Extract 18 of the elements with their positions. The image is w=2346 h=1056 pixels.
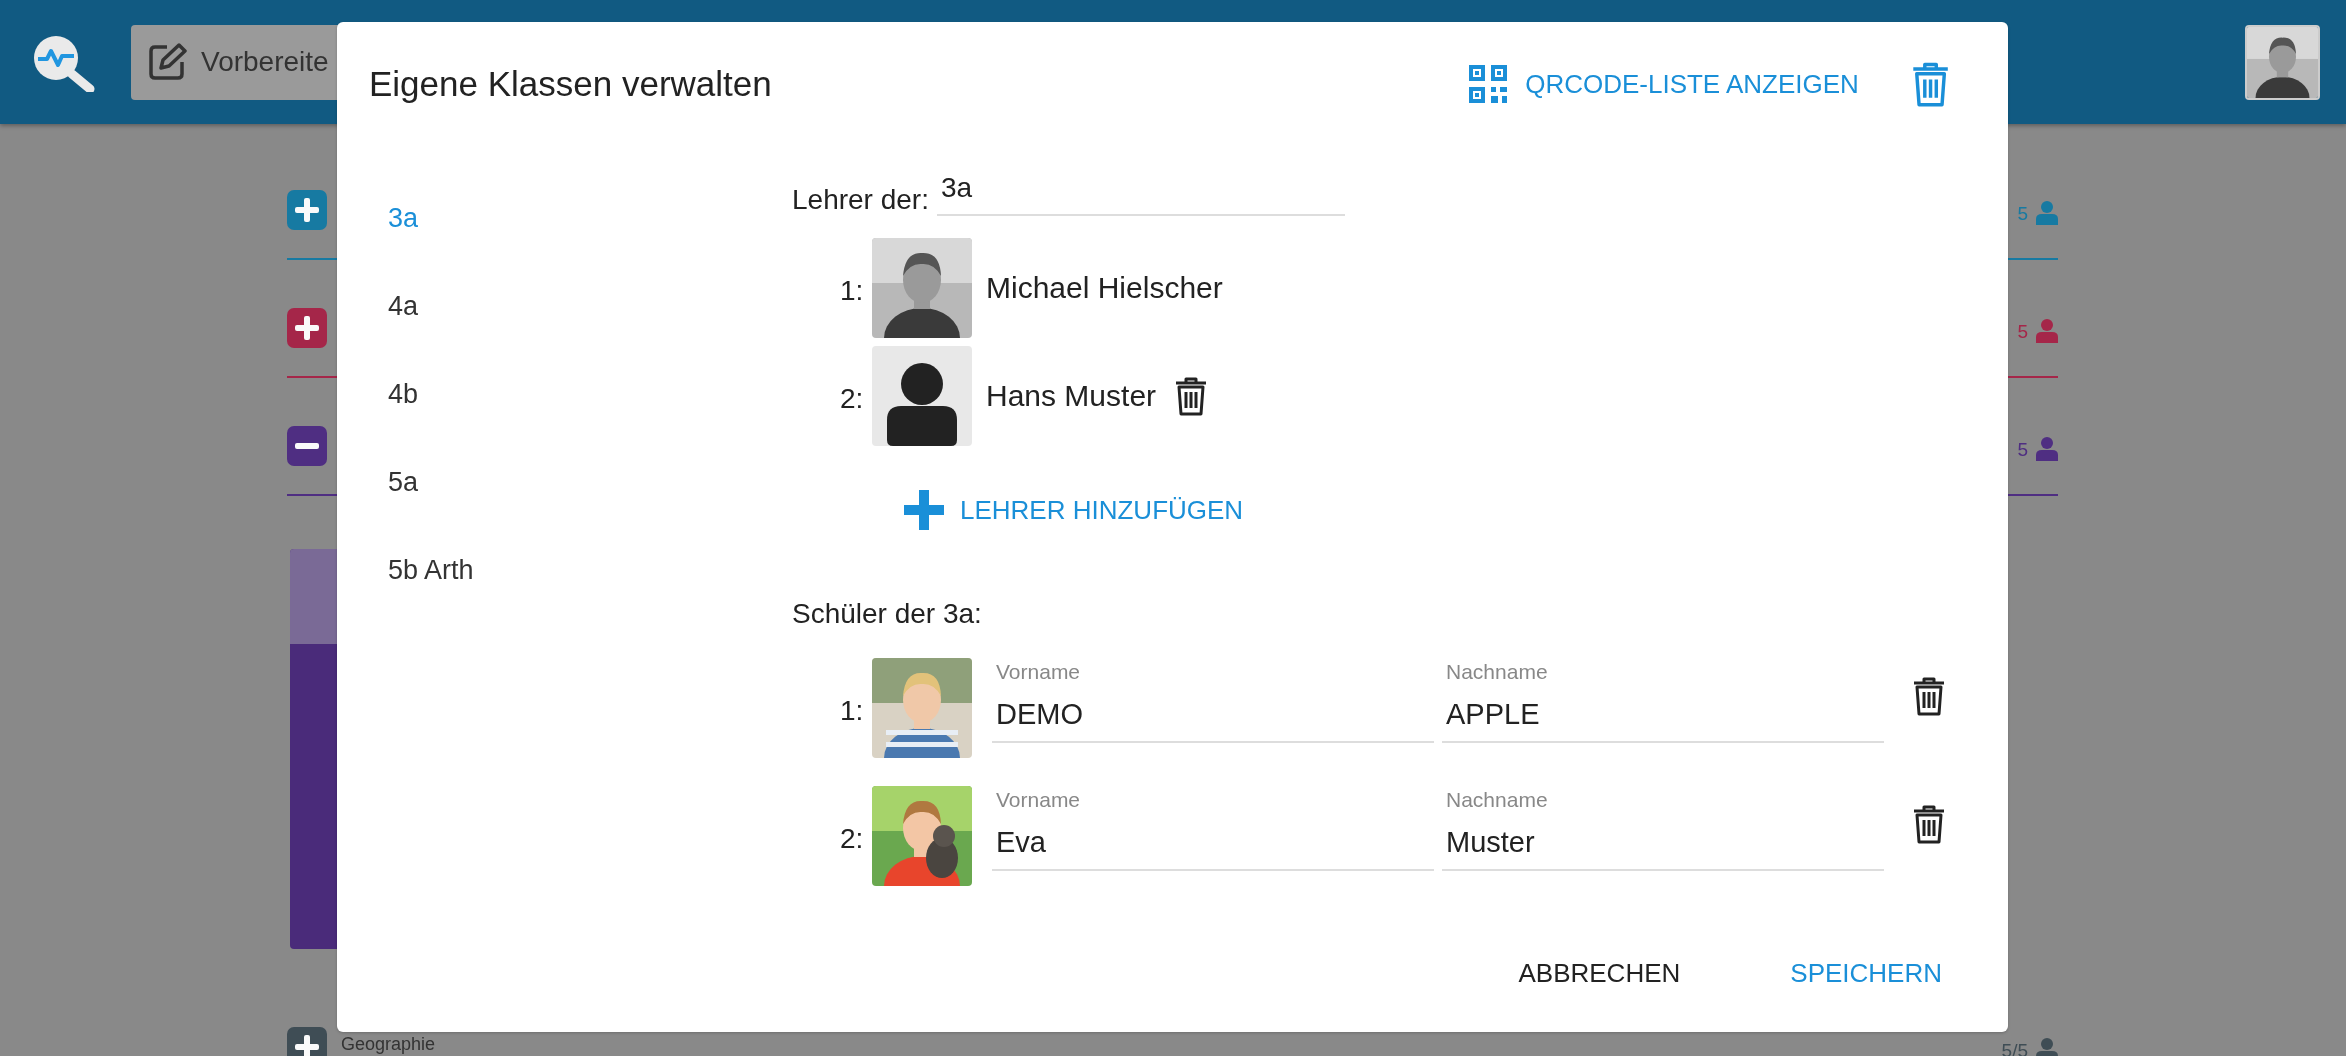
teachers-label: Lehrer der: xyxy=(792,184,929,216)
student-count: 5 xyxy=(2017,321,2028,341)
teacher-name: Michael Hielscher xyxy=(986,271,1223,305)
subject-name: Geographie xyxy=(341,1035,436,1054)
student-count: 5/5 xyxy=(2001,1040,2028,1056)
field-label: Nachname xyxy=(1446,788,1548,812)
student-count: 5 xyxy=(2017,439,2028,459)
field-label: Vorname xyxy=(996,788,1081,812)
row-number: 1: xyxy=(840,274,865,307)
row-number: 2: xyxy=(840,382,865,415)
row-number: 1: xyxy=(840,694,865,727)
students-label: Schüler der 3a: xyxy=(792,598,983,630)
dialog-title: Eigene Klassen verwalten xyxy=(369,64,772,104)
student-count: 5 xyxy=(2017,203,2028,223)
row-number: 2: xyxy=(840,822,865,855)
field-label: Vorname xyxy=(996,660,1081,684)
field-label: Nachname xyxy=(1446,660,1548,684)
teacher-name: Hans Muster xyxy=(986,379,1157,413)
